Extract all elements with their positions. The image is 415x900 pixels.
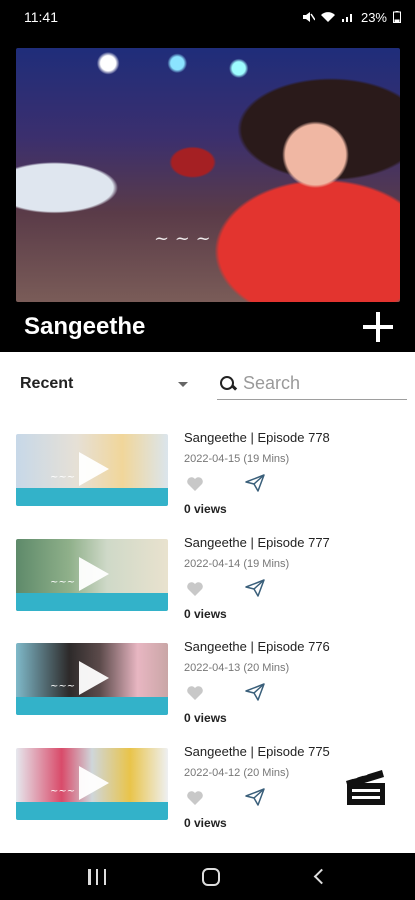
- play-icon: [79, 661, 109, 695]
- list-item: ~~~ Sangeethe | Episode 777 2022-04-14 (…: [0, 525, 415, 630]
- battery-percent: 23%: [360, 9, 387, 25]
- show-logo: ~~~: [50, 576, 76, 588]
- send-icon[interactable]: [244, 787, 266, 807]
- hero-image: ~ ~ ~: [16, 48, 400, 302]
- episode-date: 2022-04-12 (20 Mins): [184, 766, 290, 779]
- send-icon[interactable]: [244, 578, 266, 598]
- heart-icon[interactable]: [186, 790, 204, 806]
- episode-thumbnail[interactable]: ~~~: [16, 747, 168, 820]
- episode-thumbnail[interactable]: ~~~: [16, 643, 168, 715]
- view-count: 0 views: [184, 815, 227, 830]
- clapperboard-icon[interactable]: [344, 767, 388, 807]
- plus-icon[interactable]: [361, 310, 395, 344]
- show-logo: ~~~: [50, 472, 76, 483]
- episode-thumbnail[interactable]: ~~~: [16, 434, 168, 506]
- app-screen: 11:41 23% ~ ~ ~ Sangeethe Recent Search …: [0, 0, 415, 900]
- status-time: 11:41: [24, 9, 58, 25]
- battery-icon: [393, 11, 401, 23]
- episode-title[interactable]: Sangeethe | Episode 778: [184, 430, 330, 445]
- mute-icon: [302, 12, 315, 22]
- system-nav-bar: [0, 853, 415, 900]
- search-input[interactable]: [243, 373, 403, 394]
- play-icon: [79, 556, 109, 591]
- show-logo: ~ ~ ~: [154, 228, 211, 249]
- back-button[interactable]: [313, 868, 330, 885]
- send-icon[interactable]: [244, 473, 266, 493]
- episode-date: 2022-04-13 (20 Mins): [184, 662, 290, 674]
- view-count: 0 views: [184, 711, 227, 725]
- list-item: ~~~ Sangeethe | Episode 778 2022-04-15 (…: [0, 420, 415, 525]
- chevron-down-icon: [178, 381, 188, 387]
- show-logo: ~~~: [50, 785, 76, 797]
- heart-icon[interactable]: [186, 581, 204, 597]
- episode-title[interactable]: Sangeethe | Episode 777: [184, 535, 330, 550]
- home-button[interactable]: [202, 867, 220, 886]
- filter-row: Recent: [0, 362, 415, 406]
- search-box: [217, 368, 407, 400]
- view-count: 0 views: [184, 606, 227, 621]
- episode-date: 2022-04-14 (19 Mins): [184, 557, 290, 570]
- show-header: ~ ~ ~ Sangeethe: [0, 34, 415, 352]
- list-item: ~~~ Sangeethe | Episode 776 2022-04-13 (…: [0, 629, 415, 734]
- episode-title[interactable]: Sangeethe | Episode 776: [184, 639, 330, 654]
- play-icon: [79, 452, 109, 486]
- signal-icon: [341, 14, 352, 22]
- recent-apps-button[interactable]: [88, 868, 106, 885]
- status-icons: 23%: [301, 10, 401, 25]
- wifi-icon: [320, 12, 335, 22]
- show-logo: ~~~: [50, 681, 76, 692]
- status-bar: 11:41 23%: [0, 0, 415, 34]
- view-count: 0 views: [184, 502, 227, 516]
- episode-thumbnail[interactable]: ~~~: [16, 538, 168, 611]
- page-title: Sangeethe: [24, 313, 146, 340]
- episode-date: 2022-04-15 (19 Mins): [184, 453, 290, 465]
- search-icon: [219, 375, 237, 393]
- episode-title[interactable]: Sangeethe | Episode 775: [184, 744, 330, 759]
- header-row: Sangeethe: [0, 302, 415, 352]
- heart-icon[interactable]: [186, 685, 204, 701]
- sort-dropdown[interactable]: Recent: [20, 370, 188, 398]
- heart-icon[interactable]: [186, 476, 204, 492]
- play-icon: [79, 765, 109, 800]
- send-icon[interactable]: [244, 682, 266, 702]
- sort-selected-label: Recent: [20, 375, 74, 392]
